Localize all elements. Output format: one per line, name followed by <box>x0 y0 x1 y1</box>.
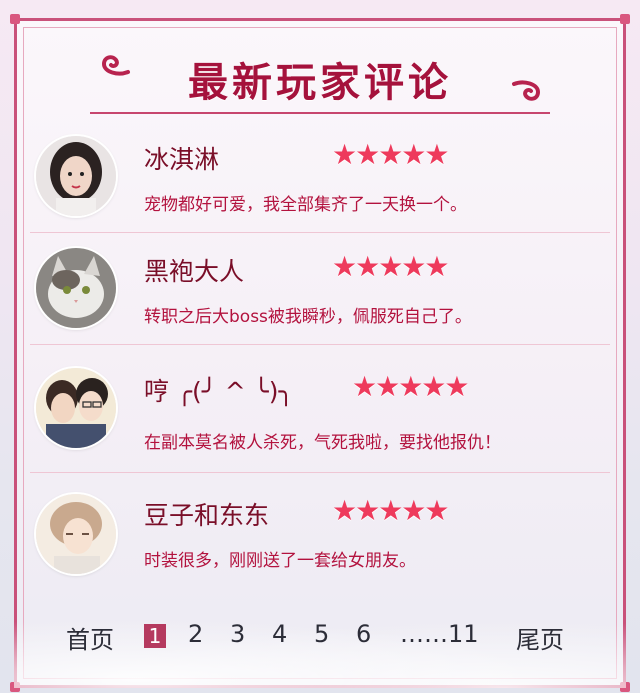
cat-avatar <box>36 248 116 328</box>
corner-ornament <box>620 682 630 692</box>
comment-text: 在副本莫名被人杀死，气死我啦，要找他报仇！ <box>144 433 501 453</box>
page-link[interactable]: 2 <box>188 620 203 648</box>
page-link-active[interactable]: 1 <box>144 624 166 648</box>
corner-ornament <box>10 682 20 692</box>
rating-stars: ★★★★★ <box>332 494 450 527</box>
comment-author: 黑袍大人 <box>144 257 245 286</box>
comment-text: 宠物都好可爱，我全部集齐了一天换一个。 <box>144 195 467 215</box>
comment-text: 时装很多，刚刚送了一套给女朋友。 <box>144 551 416 571</box>
star-icon: ★★★★★ <box>332 138 450 171</box>
page-link[interactable]: 6 <box>356 620 371 648</box>
page-link[interactable]: 5 <box>314 620 329 648</box>
female-portrait-avatar <box>36 136 116 216</box>
anime-couple-avatar <box>36 368 116 448</box>
rating-stars: ★★★★★ <box>332 138 450 171</box>
comment-item: 哼 ╭(╯ ^ ╰)╮ ★★★★★ 在副本莫名被人杀死，气死我啦，要找他报仇！ <box>30 344 610 473</box>
corner-ornament <box>620 14 630 24</box>
comment-item: 黑袍大人 ★★★★★ 转职之后大boss被我瞬秒，佩服死自己了。 <box>30 232 610 345</box>
pagination: 首页 1 2 3 4 5 6 ……11 尾页 <box>0 620 640 660</box>
comment-item: 冰淇淋 ★★★★★ 宠物都好可爱，我全部集齐了一天换一个。 <box>30 120 610 233</box>
comment-text: 转职之后大boss被我瞬秒，佩服死自己了。 <box>144 307 472 327</box>
comment-author: 冰淇淋 <box>144 145 220 174</box>
rating-stars: ★★★★★ <box>332 250 450 283</box>
page-title: 最新玩家评论 <box>188 60 452 106</box>
star-icon: ★★★★★ <box>352 370 470 403</box>
star-icon: ★★★★★ <box>332 494 450 527</box>
comment-author: 哼 ╭(╯ ^ ╰)╮ <box>144 377 294 406</box>
page-link-last-number[interactable]: ……11 <box>400 620 479 648</box>
right-swirl-icon <box>510 78 544 104</box>
comment-author: 豆子和东东 <box>144 501 270 530</box>
page-link[interactable]: 3 <box>230 620 245 648</box>
page-link[interactable]: 4 <box>272 620 287 648</box>
section-header: 最新玩家评论 <box>0 44 640 124</box>
title-divider <box>90 112 550 114</box>
last-page-link[interactable]: 尾页 <box>516 620 564 655</box>
first-page-link[interactable]: 首页 <box>66 620 114 655</box>
corner-ornament <box>10 14 20 24</box>
anime-boy-avatar <box>36 494 116 574</box>
star-icon: ★★★★★ <box>332 250 450 283</box>
comment-item: 豆子和东东 ★★★★★ 时装很多，刚刚送了一套给女朋友。 <box>30 476 610 596</box>
rating-stars: ★★★★★ <box>352 370 470 403</box>
